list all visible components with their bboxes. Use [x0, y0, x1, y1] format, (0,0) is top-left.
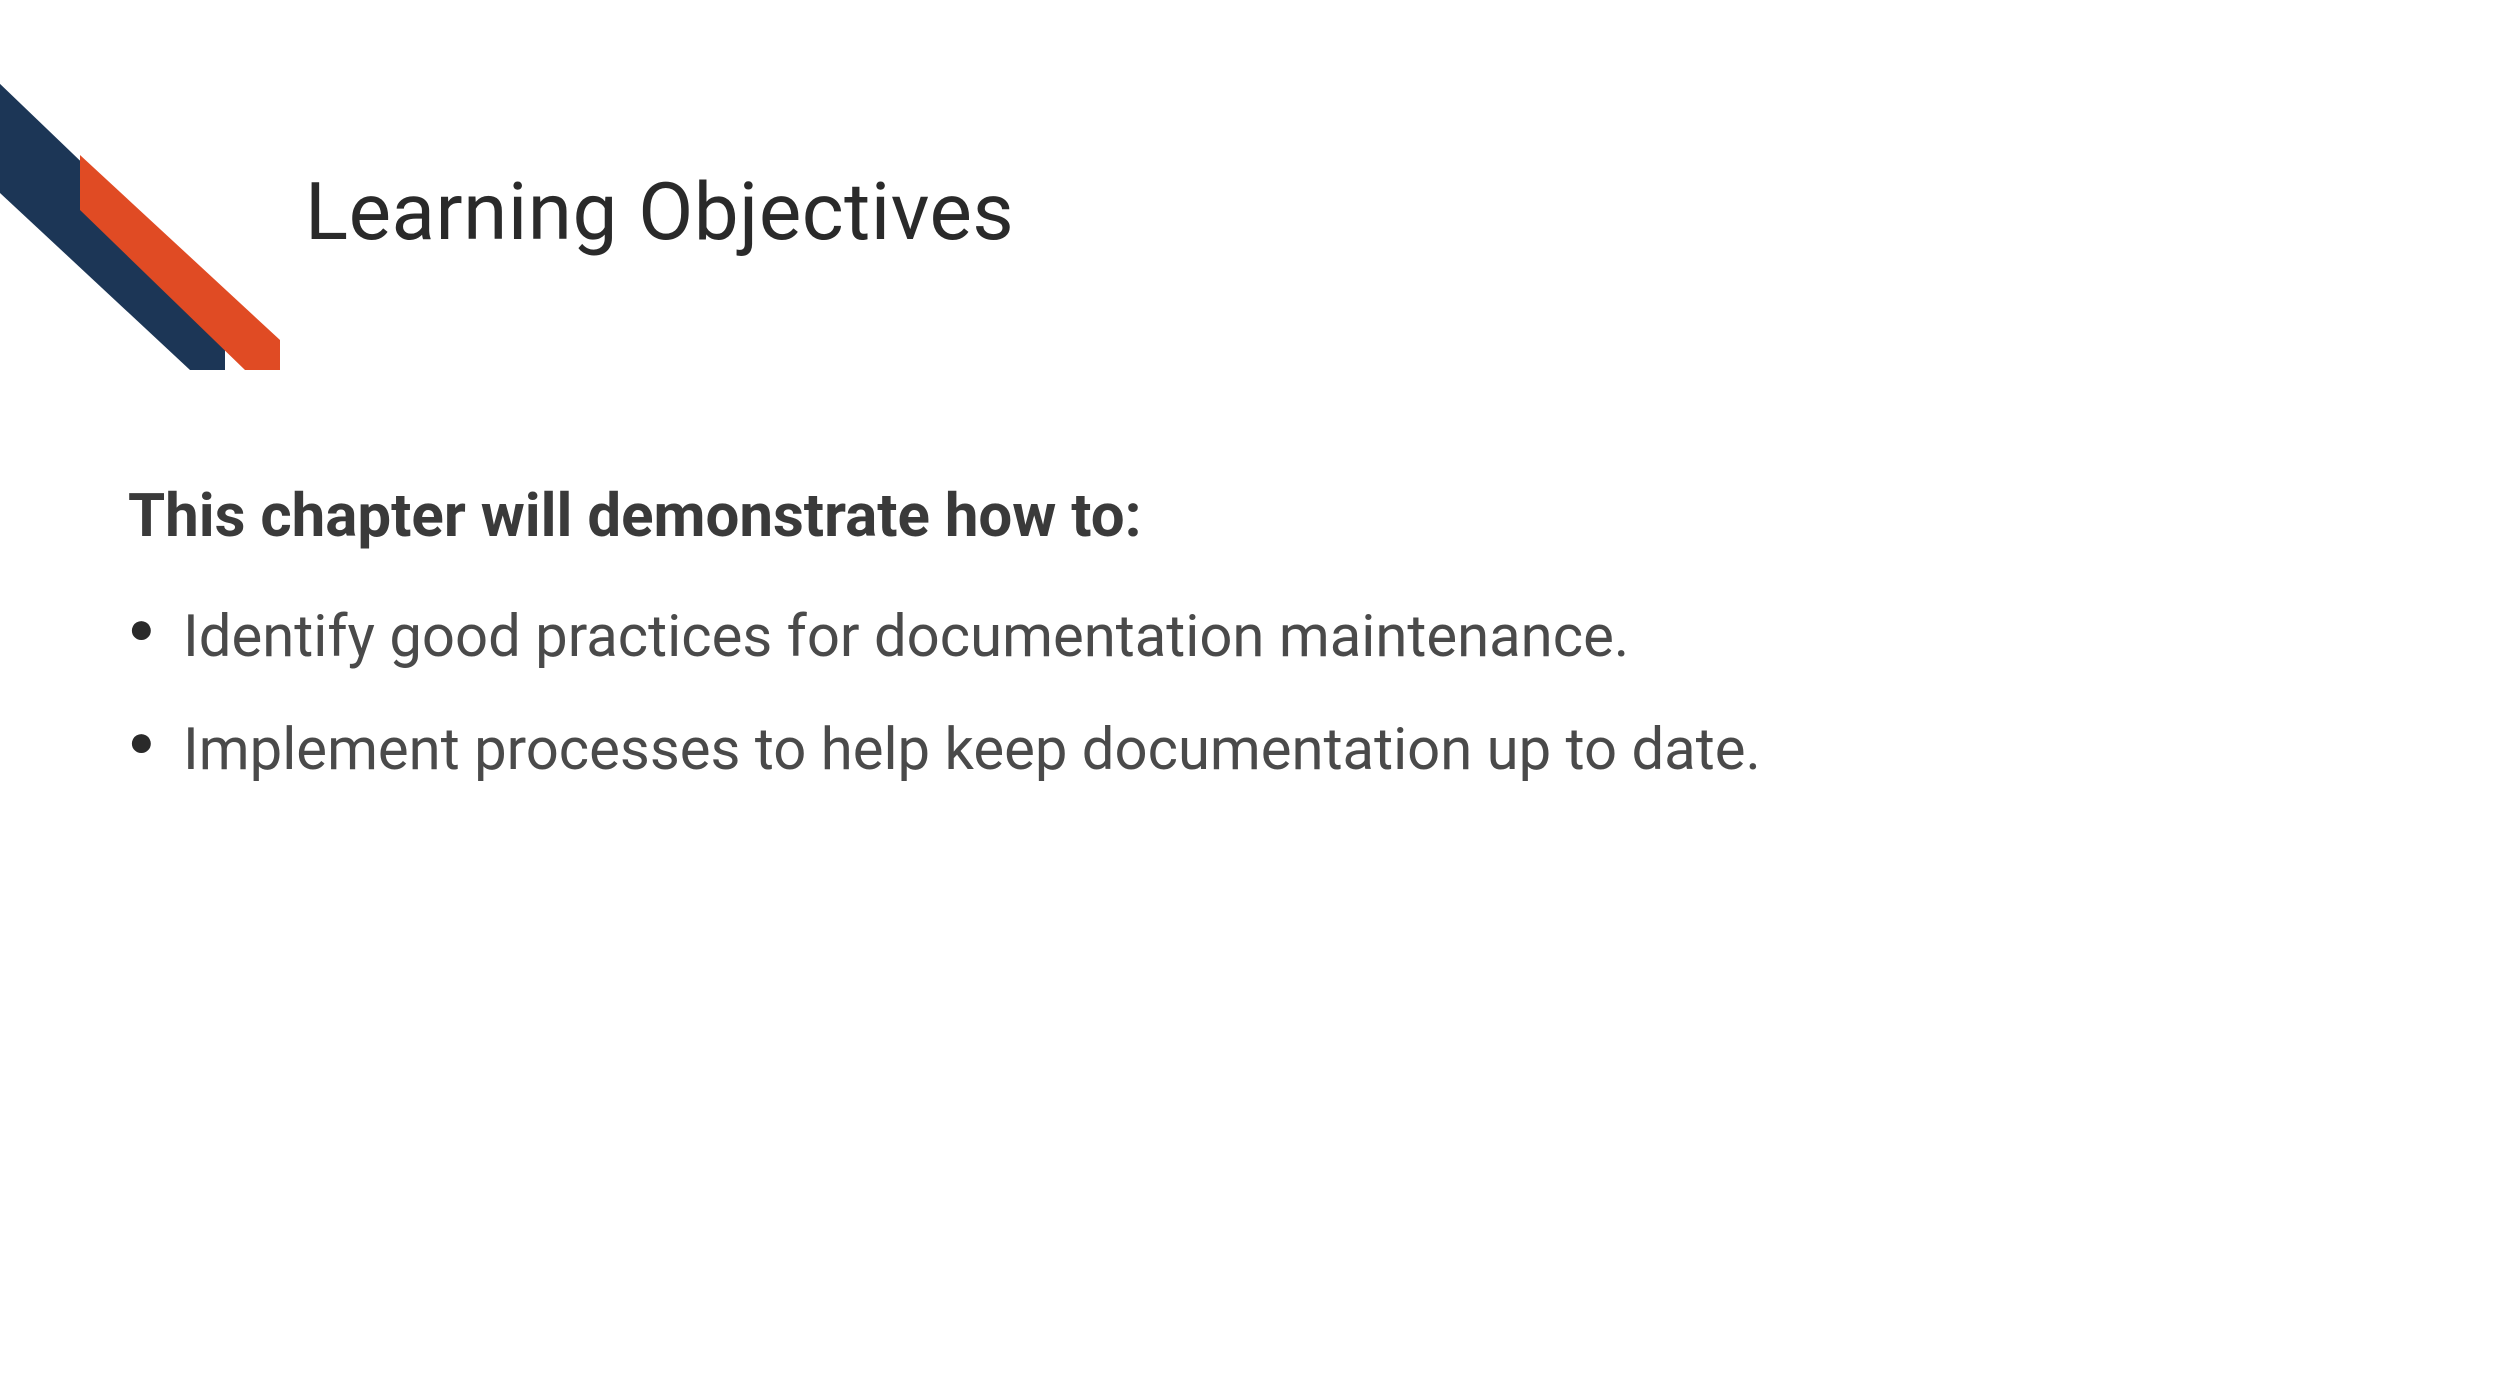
objectives-list: Identify good practices for documentatio…: [128, 600, 1761, 827]
intro-text: This chapter will demonstrate how to:: [128, 480, 1142, 551]
orange-stripe: [80, 155, 280, 370]
list-item: Identify good practices for documentatio…: [128, 600, 1761, 675]
slide-title: Learning Objectives: [305, 165, 1014, 259]
navy-stripe: [0, 55, 225, 370]
list-item: Implement processes to help keep documen…: [128, 713, 1761, 788]
corner-accent-icon: [0, 0, 300, 370]
